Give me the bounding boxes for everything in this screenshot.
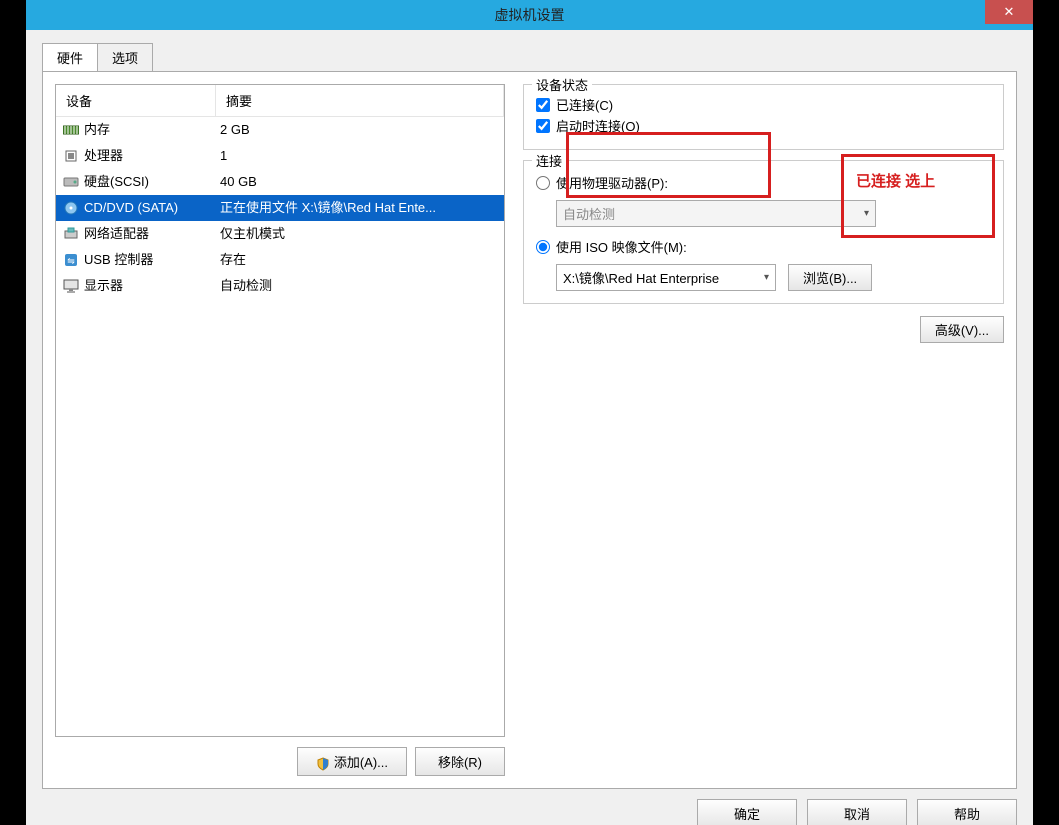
shield-icon [316,757,330,771]
tab-bar: 硬件 选项 [42,42,1017,72]
advanced-button[interactable]: 高级(V)... [920,316,1004,343]
ok-button[interactable]: 确定 [697,799,797,825]
radio-iso[interactable] [536,240,550,254]
annotation-text: 已连接 选上 [856,170,935,191]
iso-file-row: X:\镜像\Red Hat Enterprise ▾ 浏览(B)... [556,264,991,291]
status-legend: 设备状态 [532,75,592,94]
window-title: 虚拟机设置 [495,5,565,25]
cddvd-icon [62,200,80,216]
device-row-display[interactable]: 显示器 自动检测 [56,273,504,299]
device-name: 硬盘(SCSI) [84,171,220,193]
usb-icon: ⇋ [62,252,80,268]
display-icon [62,278,80,294]
physical-dropdown-row: 自动检测 ▾ [556,200,991,227]
checkbox-connect-on-start[interactable] [536,119,550,133]
device-summary: 2 GB [220,119,498,141]
harddisk-icon [62,174,80,190]
iso-file-dropdown[interactable]: X:\镜像\Red Hat Enterprise ▾ [556,264,776,291]
dialog-body: 硬件 选项 设备 摘要 内存 2 GB [26,30,1033,825]
tab-options[interactable]: 选项 [97,43,153,72]
network-icon [62,226,80,242]
device-name: 显示器 [84,275,220,297]
titlebar: 虚拟机设置 ✕ [26,0,1033,30]
device-summary: 正在使用文件 X:\镜像\Red Hat Ente... [220,197,498,219]
device-row-network[interactable]: 网络适配器 仅主机模式 [56,221,504,247]
device-summary: 仅主机模式 [220,223,498,245]
radio-iso-label: 使用 ISO 映像文件(M): [556,237,687,256]
checkbox-connected-label: 已连接(C) [556,95,613,114]
svg-text:⇋: ⇋ [67,256,75,266]
checkbox-connected-row: 已连接(C) [536,95,991,114]
radio-physical[interactable] [536,176,550,190]
tab-hardware[interactable]: 硬件 [42,43,98,72]
device-summary: 40 GB [220,171,498,193]
device-status-group: 设备状态 已连接(C) 启动时连接(O) [523,84,1004,150]
checkbox-connect-on-start-label: 启动时连接(O) [556,116,640,135]
help-button[interactable]: 帮助 [917,799,1017,825]
radio-physical-label: 使用物理驱动器(P): [556,173,668,192]
left-column: 设备 摘要 内存 2 GB 处理器 [55,84,505,776]
remove-button[interactable]: 移除(R) [415,747,505,776]
device-name: 处理器 [84,145,220,167]
device-row-memory[interactable]: 内存 2 GB [56,117,504,143]
device-name: CD/DVD (SATA) [84,197,220,219]
device-row-cddvd[interactable]: CD/DVD (SATA) 正在使用文件 X:\镜像\Red Hat Ente.… [56,195,504,221]
footer-buttons: 确定 取消 帮助 [26,799,1033,825]
checkbox-connected[interactable] [536,98,550,112]
add-label: 添加(A)... [334,755,388,770]
header-summary[interactable]: 摘要 [216,85,504,116]
device-summary: 1 [220,145,498,167]
chevron-down-icon: ▾ [864,208,869,219]
device-row-harddisk[interactable]: 硬盘(SCSI) 40 GB [56,169,504,195]
device-summary: 自动检测 [220,275,498,297]
physical-drive-dropdown: 自动检测 ▾ [556,200,876,227]
list-buttons: 添加(A)... 移除(R) [55,747,505,776]
device-list[interactable]: 设备 摘要 内存 2 GB 处理器 [55,84,505,737]
device-name: USB 控制器 [84,249,220,271]
device-row-usb[interactable]: ⇋ USB 控制器 存在 [56,247,504,273]
device-name: 内存 [84,119,220,141]
browse-button[interactable]: 浏览(B)... [788,264,872,291]
checkbox-connect-on-start-row: 启动时连接(O) [536,116,991,135]
header-device[interactable]: 设备 [56,85,216,116]
window-frame: 虚拟机设置 ✕ 硬件 选项 设备 摘要 [26,0,1033,825]
device-name: 网络适配器 [84,223,220,245]
add-button[interactable]: 添加(A)... [297,747,407,776]
processor-icon [62,148,80,164]
chevron-down-icon: ▾ [764,272,769,283]
connection-legend: 连接 [532,151,566,170]
cancel-button[interactable]: 取消 [807,799,907,825]
physical-drive-value: 自动检测 [563,204,615,223]
close-icon: ✕ [1004,4,1015,20]
device-summary: 存在 [220,249,498,271]
memory-icon [62,122,80,138]
device-row-processor[interactable]: 处理器 1 [56,143,504,169]
iso-file-value: X:\镜像\Red Hat Enterprise [563,268,719,287]
list-header: 设备 摘要 [56,85,504,117]
close-button[interactable]: ✕ [985,0,1033,24]
list-body: 内存 2 GB 处理器 1 硬盘(SCSI) 4 [56,117,504,299]
radio-iso-row: 使用 ISO 映像文件(M): [536,237,991,256]
advanced-row: 高级(V)... [523,316,1004,343]
